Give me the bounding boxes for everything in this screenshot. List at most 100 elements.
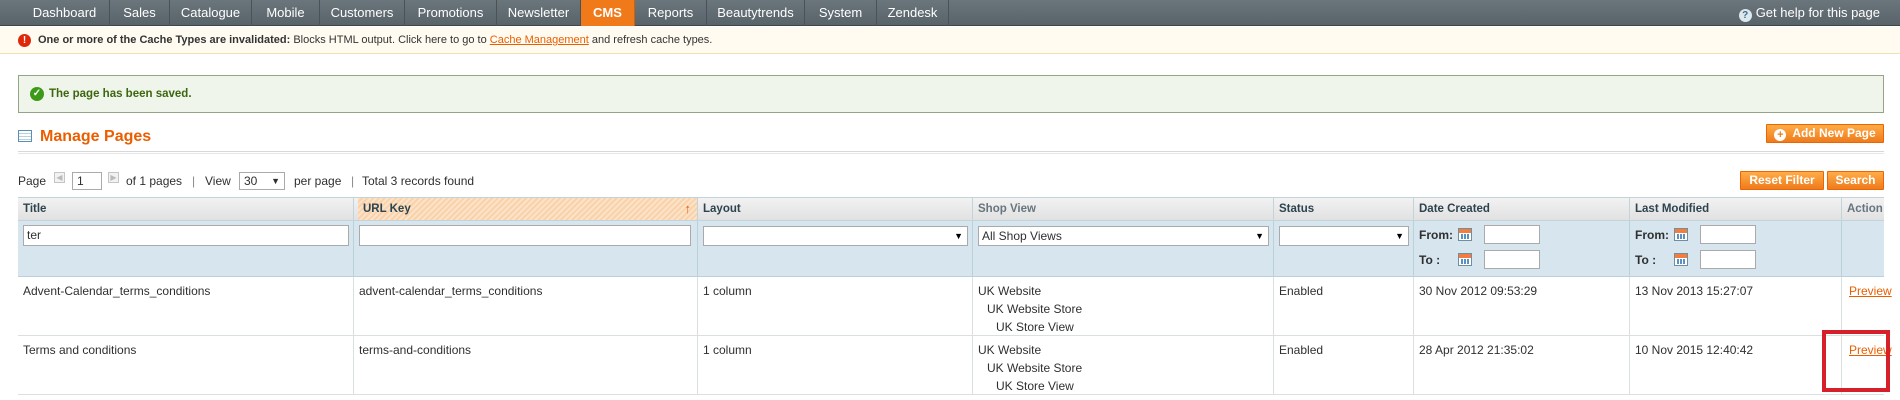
nav-reports[interactable]: Reports — [635, 0, 707, 26]
per-page-value: 30 — [244, 174, 258, 188]
cache-notice: ! One or more of the Cache Types are inv… — [0, 27, 1900, 54]
cell-status: Enabled — [1274, 277, 1414, 336]
shop-view-store-view: UK Store View — [996, 379, 1074, 393]
cache-management-link[interactable]: Cache Management — [490, 34, 589, 46]
cell-shop-view: UK Website UK Website Store UK Store Vie… — [973, 277, 1274, 336]
cell-layout: 1 column — [698, 277, 973, 336]
status-filter-select[interactable]: ▼ — [1279, 226, 1409, 246]
top-nav: Dashboard Sales Catalogue Mobile Custome… — [0, 0, 1900, 26]
shop-view-website: UK Website — [978, 343, 1042, 357]
table-row[interactable]: Advent-Calendar_terms_conditions advent-… — [18, 277, 1892, 336]
nav-newsletter[interactable]: Newsletter — [497, 0, 581, 26]
cell-title: Terms and conditions — [18, 336, 354, 395]
cell-date-created: 30 Nov 2012 09:53:29 — [1414, 277, 1630, 336]
cell-shop-view: UK Website UK Website Store UK Store Vie… — [973, 336, 1274, 395]
page-title: Manage Pages — [40, 128, 152, 145]
column-last-modified[interactable]: Last Modified — [1630, 198, 1842, 220]
created-to-input[interactable] — [1484, 250, 1540, 269]
reset-filter-button[interactable]: Reset Filter — [1740, 171, 1824, 190]
success-text: The page has been saved. — [49, 88, 192, 100]
nav-beautytrends[interactable]: Beautytrends — [707, 0, 805, 26]
pager-separator-2: | — [351, 174, 355, 188]
column-date-created[interactable]: Date Created — [1414, 198, 1630, 220]
modified-from-input[interactable] — [1700, 225, 1756, 244]
url-key-filter-input[interactable] — [359, 225, 691, 246]
filter-row: ter ▼ All Shop Views ▼ ▼ From: To : From:… — [18, 221, 1884, 277]
filter-date-created-cell: From: To : — [1414, 221, 1630, 277]
filter-action-cell — [1842, 221, 1884, 277]
per-page-select[interactable]: 30 ▼ — [239, 172, 285, 190]
total-records: Total 3 records found — [362, 174, 475, 188]
cell-last-modified: 13 Nov 2013 15:27:07 — [1630, 277, 1842, 336]
modified-to-input[interactable] — [1700, 250, 1756, 269]
cell-status: Enabled — [1274, 336, 1414, 395]
notice-text-after: and refresh cache types. — [588, 34, 713, 46]
nav-sales[interactable]: Sales — [110, 0, 170, 26]
filter-shop-view-cell: All Shop Views ▼ — [973, 221, 1274, 277]
cell-action: Preview — [1842, 277, 1892, 336]
notice-text: Blocks HTML output. Click here to go to — [290, 34, 490, 46]
cell-url-key: terms-and-conditions — [354, 336, 698, 395]
help-link[interactable]: ? Get help for this page — [1738, 0, 1880, 26]
nav-customers[interactable]: Customers — [320, 0, 405, 26]
of-pages-text: of 1 pages — [126, 174, 183, 188]
highlight-box — [1822, 330, 1890, 392]
preview-link[interactable]: Preview — [1849, 284, 1892, 298]
chevron-down-icon: ▼ — [954, 231, 963, 241]
nav-catalogue[interactable]: Catalogue — [170, 0, 252, 26]
next-page-icon[interactable]: ▶ — [108, 172, 119, 183]
column-status[interactable]: Status — [1274, 198, 1414, 220]
nav-dashboard[interactable]: Dashboard — [20, 0, 110, 26]
add-new-page-label: Add New Page — [1792, 126, 1876, 140]
page-number-input[interactable]: 1 — [72, 172, 102, 190]
layout-filter-select[interactable]: ▼ — [703, 226, 968, 246]
shop-view-store: UK Website Store — [987, 302, 1083, 316]
nav-promotions[interactable]: Promotions — [405, 0, 497, 26]
prev-page-icon[interactable]: ◀ — [54, 172, 65, 183]
calendar-icon[interactable] — [1458, 253, 1472, 266]
calendar-icon[interactable] — [1674, 228, 1688, 241]
add-new-page-button[interactable]: + Add New Page — [1766, 124, 1884, 143]
to-label: To : — [1419, 253, 1441, 267]
table-row[interactable]: Terms and conditions terms-and-condition… — [18, 336, 1892, 395]
filter-status-cell: ▼ — [1274, 221, 1414, 277]
notice-bold-text: One or more of the Cache Types are inval… — [38, 34, 291, 46]
title-filter-input[interactable]: ter — [23, 225, 349, 246]
cell-title: Advent-Calendar_terms_conditions — [18, 277, 354, 336]
search-button[interactable]: Search — [1827, 171, 1884, 190]
to-label: To : — [1635, 253, 1657, 267]
plus-icon: + — [1774, 129, 1787, 141]
column-title[interactable]: Title — [18, 198, 354, 220]
divider — [18, 151, 1884, 154]
error-icon: ! — [18, 34, 31, 47]
column-url-key-label: URL Key — [363, 203, 411, 215]
filter-url-key-cell — [354, 221, 698, 277]
nav-mobile[interactable]: Mobile — [252, 0, 320, 26]
calendar-icon[interactable] — [1674, 253, 1688, 266]
success-message: ✓ The page has been saved. — [18, 75, 1884, 113]
column-action: Action — [1847, 203, 1883, 215]
cell-date-created: 28 Apr 2012 21:35:02 — [1414, 336, 1630, 395]
filter-last-modified-cell: From: To : — [1630, 221, 1842, 277]
cell-layout: 1 column — [698, 336, 973, 395]
calendar-icon[interactable] — [1458, 228, 1472, 241]
filter-layout-cell: ▼ — [698, 221, 973, 277]
shop-view-filter-select[interactable]: All Shop Views ▼ — [978, 226, 1269, 246]
column-url-key[interactable]: URL Key ↑ — [358, 198, 698, 220]
nav-zendesk[interactable]: Zendesk — [877, 0, 949, 26]
created-from-input[interactable] — [1484, 225, 1540, 244]
shop-view-store-view: UK Store View — [996, 320, 1074, 334]
page-label: Page — [18, 174, 47, 188]
per-page-label: per page — [294, 174, 342, 188]
column-layout[interactable]: Layout — [698, 198, 973, 220]
nav-cms[interactable]: CMS — [581, 0, 635, 26]
nav-system[interactable]: System — [805, 0, 877, 26]
grid-header: Title URL Key ↑ Layout Shop View Status D… — [18, 197, 1884, 221]
help-icon: ? — [1738, 9, 1752, 22]
chevron-down-icon: ▼ — [1395, 231, 1404, 241]
checkmark-icon: ✓ — [30, 87, 44, 101]
from-label: From: — [1635, 228, 1669, 242]
from-label: From: — [1419, 228, 1453, 242]
shop-view-store: UK Website Store — [987, 361, 1083, 375]
filter-title-cell: ter — [18, 221, 354, 277]
